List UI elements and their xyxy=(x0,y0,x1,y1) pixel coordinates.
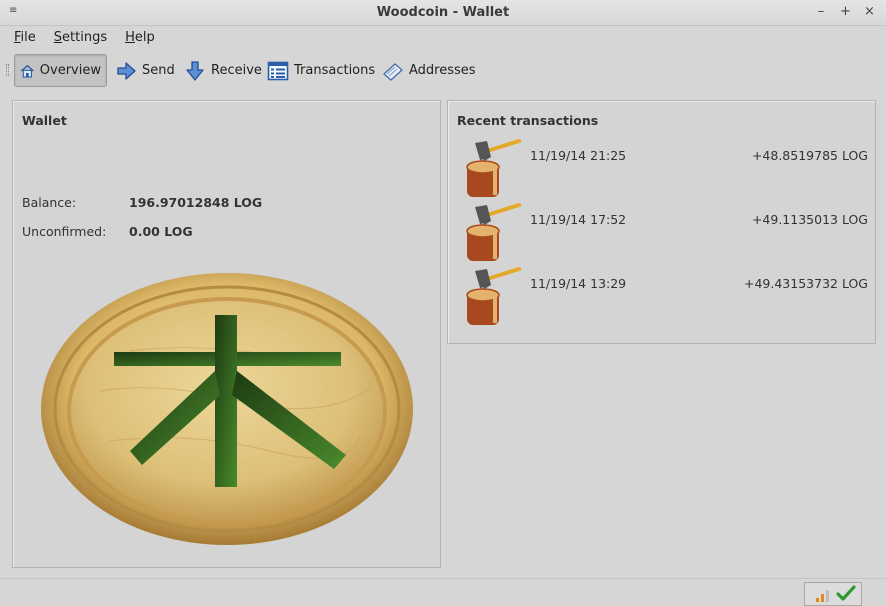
overview-label: Overview xyxy=(39,63,101,78)
transaction-row[interactable]: 11/19/14 13:29 +49.43153732 LOG xyxy=(457,265,868,329)
transaction-row[interactable]: 11/19/14 17:52 +49.1135013 LOG xyxy=(457,201,868,265)
toolbar: Overview Send Receive Transactions Addre… xyxy=(0,52,886,90)
menu-settings[interactable]: Settings xyxy=(54,26,107,50)
menu-bar: File Settings Help xyxy=(0,26,886,50)
addresses-tab[interactable]: Addresses xyxy=(377,54,481,87)
minimize-button[interactable]: – xyxy=(816,4,826,20)
transaction-date: 11/19/14 21:25 xyxy=(530,148,627,163)
send-tab[interactable]: Send xyxy=(110,54,180,87)
close-button[interactable]: × xyxy=(864,4,875,20)
wallet-title: Wallet xyxy=(22,113,67,128)
title-bar: ≡ Woodcoin - Wallet – + × xyxy=(0,0,886,26)
transaction-amount: +48.8519785 LOG xyxy=(751,148,868,163)
receive-tab[interactable]: Receive xyxy=(179,54,267,87)
receive-label: Receive xyxy=(211,63,262,78)
status-bar xyxy=(0,578,886,606)
balance-label: Balance: xyxy=(22,195,77,210)
menu-file[interactable]: File xyxy=(14,26,36,50)
toolbar-grip[interactable] xyxy=(6,64,9,76)
send-label: Send xyxy=(142,63,175,78)
menu-help[interactable]: Help xyxy=(125,26,155,50)
balance-value: 196.97012848 LOG xyxy=(129,195,263,210)
synced-check-icon[interactable] xyxy=(836,585,856,603)
transactions-tab[interactable]: Transactions xyxy=(262,54,380,87)
window-title: Woodcoin - Wallet xyxy=(376,5,510,20)
receive-arrow-icon xyxy=(186,60,204,81)
transaction-date: 11/19/14 13:29 xyxy=(530,276,627,291)
unconfirmed-row: Unconfirmed: 0.00 LOG xyxy=(22,224,193,239)
wallet-panel: Wallet Balance: 196.97012848 LOG Unconfir… xyxy=(12,100,441,568)
unconfirmed-label: Unconfirmed: xyxy=(22,224,107,239)
recent-transactions-title: Recent transactions xyxy=(457,113,599,128)
addresses-label: Addresses xyxy=(409,63,476,78)
transaction-date: 11/19/14 17:52 xyxy=(530,212,627,227)
maximize-button[interactable]: + xyxy=(840,4,851,20)
woodcoin-logo xyxy=(41,273,413,545)
wood-stump-axe-icon xyxy=(466,203,521,261)
address-book-icon xyxy=(383,62,403,81)
transaction-amount: +49.1135013 LOG xyxy=(751,212,868,227)
home-icon xyxy=(20,64,34,78)
balance-row: Balance: 196.97012848 LOG xyxy=(22,195,262,210)
unconfirmed-value: 0.00 LOG xyxy=(129,224,193,239)
transactions-list-icon xyxy=(267,61,289,80)
recent-transactions-panel: Recent transactions 11/19/14 21:25 +48.8… xyxy=(447,100,876,344)
transaction-amount: +49.43153732 LOG xyxy=(744,276,868,291)
overview-tab[interactable]: Overview xyxy=(14,54,107,87)
status-indicators xyxy=(804,582,862,606)
transaction-row[interactable]: 11/19/14 21:25 +48.8519785 LOG xyxy=(457,137,868,201)
wood-stump-axe-icon xyxy=(466,139,521,197)
wood-stump-axe-icon xyxy=(466,267,521,325)
connection-bars-icon[interactable] xyxy=(815,587,833,603)
send-arrow-icon xyxy=(117,61,136,80)
transactions-label: Transactions xyxy=(294,63,376,78)
